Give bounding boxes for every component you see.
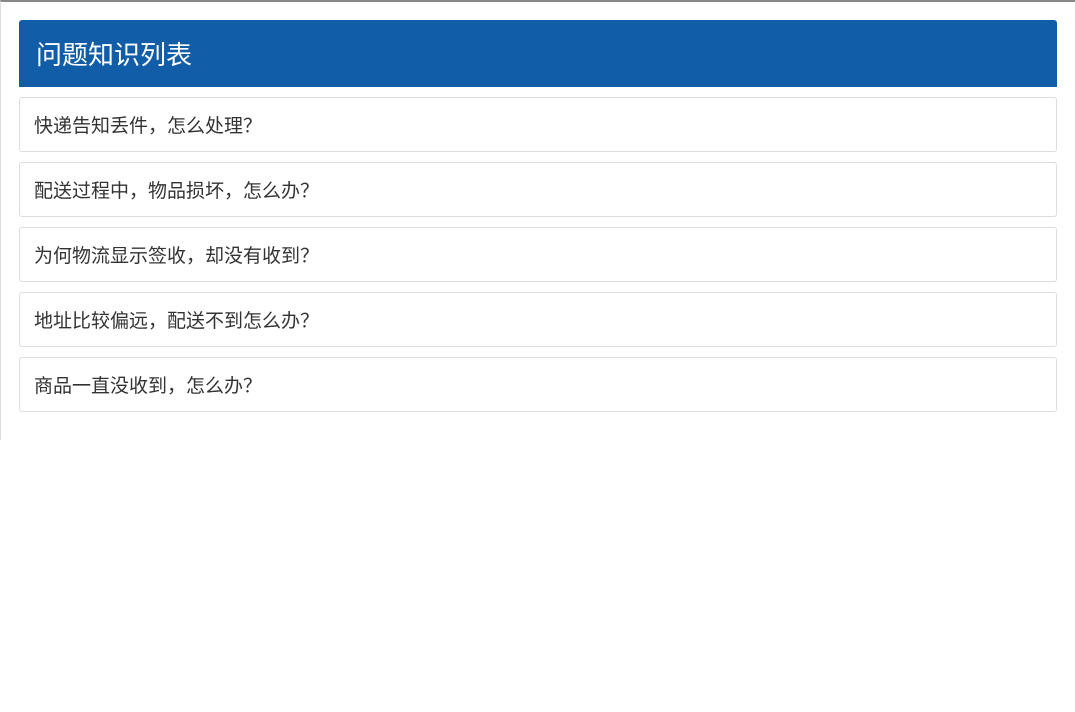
faq-panel: 问题知识列表 快递告知丢件，怎么处理？ 配送过程中，物品损坏，怎么办？ 为何物流…: [1, 2, 1075, 440]
panel-title: 问题知识列表: [19, 20, 1057, 87]
faq-item-4[interactable]: 商品一直没收到，怎么办？: [19, 357, 1057, 412]
faq-item-0[interactable]: 快递告知丢件，怎么处理？: [19, 97, 1057, 152]
faq-list: 快递告知丢件，怎么处理？ 配送过程中，物品损坏，怎么办？ 为何物流显示签收，却没…: [19, 97, 1057, 412]
faq-item-1[interactable]: 配送过程中，物品损坏，怎么办？: [19, 162, 1057, 217]
faq-item-2[interactable]: 为何物流显示签收，却没有收到？: [19, 227, 1057, 282]
faq-item-3[interactable]: 地址比较偏远，配送不到怎么办？: [19, 292, 1057, 347]
